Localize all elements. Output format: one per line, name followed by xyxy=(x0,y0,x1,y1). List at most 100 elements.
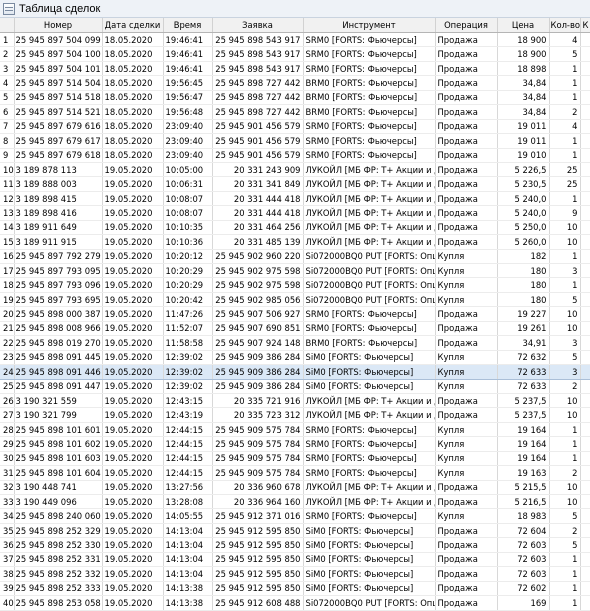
table-row[interactable]: 17 25 945 897 793 095 19.05.2020 10:20:29 25… xyxy=(0,263,590,279)
row-index-cell: 40 xyxy=(0,595,15,611)
trade-number-cell: 25 945 897 514 518 xyxy=(14,90,103,106)
table-row[interactable]: 4 25 945 897 514 504 18.05.2020 19:56:45 25 … xyxy=(0,75,590,91)
instrument-cell: SRM0 [FORTS: Фьючерсы] xyxy=(303,436,436,452)
trade-number-cell: 3 189 911 649 xyxy=(14,220,103,236)
column-header-price[interactable]: Цена xyxy=(497,18,550,33)
column-header-date[interactable]: Дата сделки xyxy=(102,18,164,33)
operation-cell: Продажа xyxy=(435,407,498,423)
quantity-cell: 1 xyxy=(549,133,581,149)
table-row[interactable]: 12 3 189 898 415 19.05.2020 10:08:07 20 331 … xyxy=(0,191,590,207)
table-row[interactable]: 11 3 189 888 003 19.05.2020 10:06:31 20 331 … xyxy=(0,176,590,192)
order-number-cell: 25 945 912 595 850 xyxy=(212,523,304,539)
table-row[interactable]: 40 25 945 898 253 058 19.05.2020 14:13:38 25… xyxy=(0,595,590,611)
truncated-column-cell xyxy=(580,407,590,423)
operation-cell: Купля xyxy=(435,508,498,524)
truncated-column-cell xyxy=(580,249,590,265)
table-row[interactable]: 21 25 945 898 008 966 19.05.2020 11:52:07 25… xyxy=(0,321,590,337)
table-row[interactable]: 29 25 945 898 101 602 19.05.2020 12:44:15 25… xyxy=(0,436,590,452)
truncated-column-cell xyxy=(580,61,590,77)
table-row[interactable]: 23 25 945 898 091 445 19.05.2020 12:39:02 25… xyxy=(0,350,590,366)
instrument-cell: SiM0 [FORTS: Фьючерсы] xyxy=(303,523,436,539)
column-header-time[interactable]: Время xyxy=(163,18,213,33)
operation-cell: Продажа xyxy=(435,321,498,337)
table-row[interactable]: 6 25 945 897 514 521 18.05.2020 19:56:48 25 … xyxy=(0,104,590,120)
operation-cell: Купля xyxy=(435,422,498,438)
row-index-cell: 11 xyxy=(0,176,15,192)
trade-time-cell: 14:13:38 xyxy=(163,595,213,611)
table-row[interactable]: 25 25 945 898 091 447 19.05.2020 12:39:02 25… xyxy=(0,379,590,394)
order-number-cell: 25 945 902 985 056 xyxy=(212,292,304,308)
table-row[interactable]: 9 25 945 897 679 618 18.05.2020 23:09:40 25 … xyxy=(0,148,590,163)
table-row[interactable]: 27 3 190 321 799 19.05.2020 12:43:19 20 335 … xyxy=(0,407,590,423)
instrument-cell: SiM0 [FORTS: Фьючерсы] xyxy=(303,379,436,394)
table-row[interactable]: 15 3 189 911 915 19.05.2020 10:10:36 20 331 … xyxy=(0,234,590,250)
trade-time-cell: 23:09:40 xyxy=(163,148,213,163)
table-row[interactable]: 37 25 945 898 252 331 19.05.2020 14:13:04 25… xyxy=(0,552,590,568)
table-row[interactable]: 32 3 190 448 741 19.05.2020 13:27:56 20 336 … xyxy=(0,480,590,496)
row-index-cell: 34 xyxy=(0,508,15,524)
table-row[interactable]: 8 25 945 897 679 617 18.05.2020 23:09:40 25 … xyxy=(0,133,590,149)
instrument-cell: SRM0 [FORTS: Фьючерсы] xyxy=(303,133,436,149)
row-index-cell: 38 xyxy=(0,566,15,582)
table-row[interactable]: 38 25 945 898 252 332 19.05.2020 14:13:04 25… xyxy=(0,566,590,582)
truncated-column-cell xyxy=(580,465,590,481)
trade-number-cell: 25 945 898 101 603 xyxy=(14,451,103,467)
truncated-column-cell xyxy=(580,494,590,510)
column-header-order[interactable]: Заявка xyxy=(212,18,304,33)
column-header-instrument[interactable]: Инструмент xyxy=(303,18,436,33)
trade-date-cell: 19.05.2020 xyxy=(102,581,164,597)
column-header-quantity[interactable]: Кол-во xyxy=(549,18,581,33)
trade-time-cell: 10:20:12 xyxy=(163,249,213,265)
table-row[interactable]: 19 25 945 897 793 695 19.05.2020 10:20:42 25… xyxy=(0,292,590,308)
trade-number-cell: 25 945 898 091 446 xyxy=(14,364,103,380)
row-index-cell: 15 xyxy=(0,234,15,250)
table-row[interactable]: 22 25 945 898 019 270 19.05.2020 11:58:58 25… xyxy=(0,335,590,351)
table-row[interactable]: 20 25 945 898 000 387 19.05.2020 11:47:26 25… xyxy=(0,306,590,322)
order-number-cell: 25 945 902 960 220 xyxy=(212,249,304,265)
row-index-cell: 22 xyxy=(0,335,15,351)
trade-number-cell: 25 945 897 793 095 xyxy=(14,263,103,279)
truncated-column-cell xyxy=(580,306,590,322)
table-row[interactable]: 35 25 945 898 252 329 19.05.2020 14:13:04 25… xyxy=(0,523,590,539)
table-row[interactable]: 10 3 189 878 113 19.05.2020 10:05:00 20 331 … xyxy=(0,162,590,178)
operation-cell: Купля xyxy=(435,350,498,366)
truncated-column-cell xyxy=(580,523,590,539)
table-row[interactable]: 16 25 945 897 792 279 19.05.2020 10:20:12 25… xyxy=(0,249,590,265)
table-row[interactable]: 24 25 945 898 091 446 19.05.2020 12:39:02 25… xyxy=(0,364,590,380)
table-row[interactable]: 13 3 189 898 416 19.05.2020 10:08:07 20 331 … xyxy=(0,205,590,221)
table-row[interactable]: 3 25 945 897 504 101 18.05.2020 19:46:41 25 … xyxy=(0,61,590,77)
quantity-cell: 2 xyxy=(549,104,581,120)
table-row[interactable]: 18 25 945 897 793 096 19.05.2020 10:20:29 25… xyxy=(0,277,590,293)
operation-cell: Купля xyxy=(435,364,498,380)
operation-cell: Продажа xyxy=(435,32,498,48)
table-row[interactable]: 31 25 945 898 101 604 19.05.2020 12:44:15 25… xyxy=(0,465,590,481)
table-row[interactable]: 26 3 190 321 559 19.05.2020 12:43:15 20 335 … xyxy=(0,393,590,409)
table-row[interactable]: 2 25 945 897 504 100 18.05.2020 19:46:41 25 … xyxy=(0,46,590,62)
truncated-column-cell xyxy=(580,277,590,293)
table-row[interactable]: 14 3 189 911 649 19.05.2020 10:10:35 20 331 … xyxy=(0,220,590,236)
table-row[interactable]: 1 25 945 897 504 099 18.05.2020 19:46:41 25 … xyxy=(0,32,590,48)
price-cell: 19 261 xyxy=(497,321,550,337)
quantity-cell: 1 xyxy=(549,451,581,467)
operation-cell: Продажа xyxy=(435,176,498,192)
order-number-cell: 25 945 909 575 784 xyxy=(212,436,304,452)
instrument-cell: SRM0 [FORTS: Фьючерсы] xyxy=(303,148,436,163)
table-row[interactable]: 30 25 945 898 101 603 19.05.2020 12:44:15 25… xyxy=(0,451,590,467)
trade-date-cell: 18.05.2020 xyxy=(102,46,164,62)
table-row[interactable]: 7 25 945 897 679 616 18.05.2020 23:09:40 25 … xyxy=(0,119,590,135)
column-header-index[interactable] xyxy=(0,18,15,33)
column-header-operation[interactable]: Операция xyxy=(435,18,498,33)
truncated-column-cell xyxy=(580,234,590,250)
order-number-cell: 25 945 902 975 598 xyxy=(212,263,304,279)
operation-cell: Продажа xyxy=(435,133,498,149)
table-row[interactable]: 28 25 945 898 101 601 19.05.2020 12:44:15 25… xyxy=(0,422,590,438)
table-row[interactable]: 33 3 190 449 096 19.05.2020 13:28:08 20 336 … xyxy=(0,494,590,510)
table-row[interactable]: 39 25 945 898 252 333 19.05.2020 14:13:38 25… xyxy=(0,581,590,597)
order-number-cell: 25 945 909 575 784 xyxy=(212,465,304,481)
quantity-cell: 10 xyxy=(549,220,581,236)
table-row[interactable]: 36 25 945 898 252 330 19.05.2020 14:13:04 25… xyxy=(0,537,590,553)
column-header-number[interactable]: Номер xyxy=(14,18,103,33)
column-header-truncated[interactable]: К xyxy=(580,18,590,33)
table-row[interactable]: 5 25 945 897 514 518 18.05.2020 19:56:47 25 … xyxy=(0,90,590,106)
table-row[interactable]: 34 25 945 898 240 060 19.05.2020 14:05:55 25… xyxy=(0,508,590,524)
